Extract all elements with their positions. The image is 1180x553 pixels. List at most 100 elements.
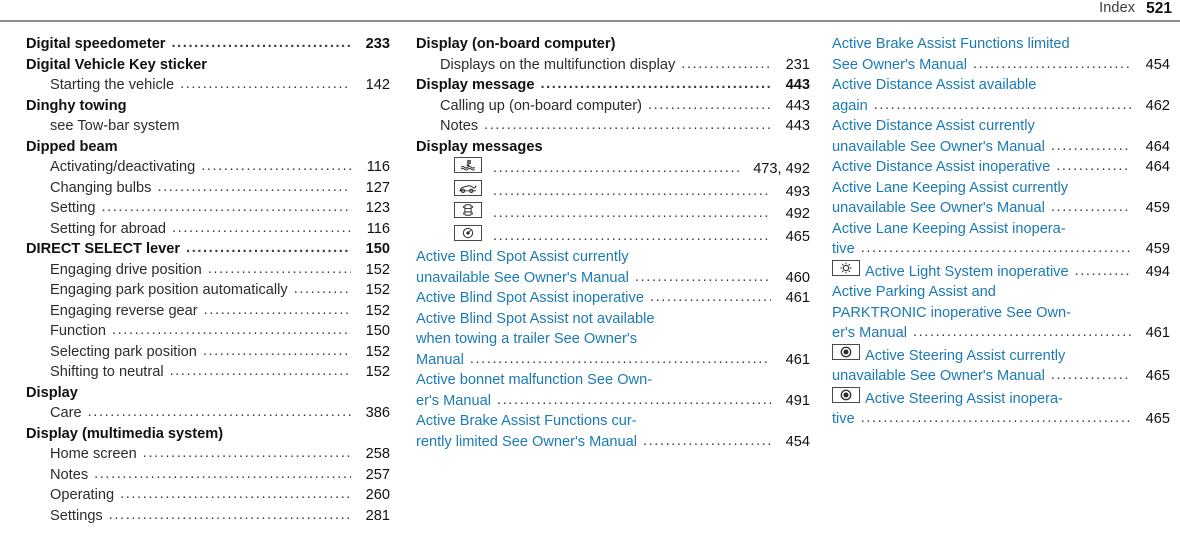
leader-dots: ........................................…	[108, 506, 351, 523]
leader-dots: ........................................…	[94, 465, 351, 482]
leader-dots: ........................................…	[540, 76, 771, 92]
steering-assist-icon	[832, 386, 860, 403]
leader-dots: ........................................…	[186, 240, 351, 256]
entry-label: Display message	[416, 77, 535, 93]
index-entry-display-message[interactable]: Active Distance Assist currently unavaila…	[832, 116, 1170, 157]
index-entry-subentry[interactable]: Activating/deactivating.................…	[26, 157, 390, 178]
index-entry-subentry[interactable]: Changing bulbs..........................…	[26, 178, 390, 199]
index-entry-line: Active Distance Assist available	[832, 75, 1170, 96]
entry-page-number: 127	[365, 179, 390, 196]
index-entry-heading[interactable]: Digital Vehicle Key sticker	[26, 55, 390, 76]
entry-label: Care	[50, 405, 82, 421]
index-entry-symbol[interactable]: ........................................…	[416, 179, 810, 203]
header-divider-rule	[0, 20, 1180, 22]
index-entry-heading[interactable]: Display (on-board computer)	[416, 34, 810, 55]
index-entry-symbol[interactable]: ........................................…	[416, 157, 810, 180]
index-entry-subentry[interactable]: Home screen.............................…	[26, 444, 390, 465]
index-entry-display-message[interactable]: Active Parking Assist and PARKTRONIC inop…	[832, 282, 1170, 344]
entry-label: unavailable See Owner's Manual	[416, 269, 629, 286]
index-entry-subentry[interactable]: Settings................................…	[26, 506, 390, 527]
entry-label: Setting	[50, 200, 96, 216]
index-entry-heading[interactable]: Display message.........................…	[416, 75, 810, 96]
index-entry-display-message[interactable]: Active Distance Assist available again...…	[832, 75, 1170, 116]
entry-page-number: 116	[366, 159, 390, 175]
entry-page-number: 462	[1145, 97, 1170, 114]
index-entry-display-message[interactable]: Active Steering Assist currently unavaila…	[832, 343, 1170, 387]
index-entry-subentry[interactable]: see Tow-bar system	[26, 116, 390, 137]
index-entry-subentry[interactable]: Engaging reverse gear...................…	[26, 301, 390, 322]
index-entry-display-message[interactable]: Active Steering Assist inopera-tive.....…	[832, 386, 1170, 430]
leader-dots: ........................................…	[171, 35, 352, 51]
index-column-3: Active Brake Assist Functions limited See…	[822, 34, 1180, 526]
index-entry-subentry[interactable]: Selecting park position.................…	[26, 342, 390, 363]
index-entry-display-message[interactable]: Active Brake Assist Functions limited See…	[832, 34, 1170, 75]
entry-label: tive	[832, 241, 855, 257]
entry-label: Dinghy towing	[26, 97, 127, 114]
leader-dots: ........................................…	[142, 445, 351, 461]
leader-dots: ........................................…	[873, 96, 1131, 113]
index-entry-line: unavailable See Owner's Manual..........…	[832, 137, 1170, 158]
entry-page-number: 492	[785, 206, 810, 222]
index-entry-heading[interactable]: DIRECT SELECT lever.....................…	[26, 239, 390, 260]
index-entry-display-message[interactable]: Active Distance Assist inoperative......…	[832, 157, 1170, 178]
entry-label: Active Light System inoperative	[865, 263, 1069, 280]
index-entry-line: Active Lane Keeping Assist inopera-	[832, 219, 1170, 240]
index-entry-subentry[interactable]: Displays on the multifunction display...…	[416, 55, 810, 76]
leader-dots: ........................................…	[860, 240, 1131, 256]
index-entry-subentry[interactable]: Shifting to neutral.....................…	[26, 362, 390, 383]
index-entry-symbol[interactable]: ........................................…	[416, 224, 810, 248]
index-entry-display-message[interactable]: Active Blind Spot Assist currently unavai…	[416, 247, 810, 288]
entry-label: Calling up (on-board computer)	[440, 97, 642, 114]
entry-page-number: 123	[365, 200, 390, 216]
index-entry-line: Active Brake Assist Functions limited	[832, 34, 1170, 55]
entry-label: Starting the vehicle	[50, 77, 175, 93]
index-entry-subentry[interactable]: Setting for abroad......................…	[26, 219, 390, 240]
index-entry-subentry[interactable]: Engaging park position automatically....…	[26, 280, 390, 301]
index-entry-display-message[interactable]: Active Blind Spot Assist not available wh…	[416, 309, 810, 371]
index-entry-subentry[interactable]: Notes...................................…	[416, 116, 810, 137]
coolant-temperature-icon	[454, 157, 482, 173]
index-entry-heading[interactable]: Display messages	[416, 137, 810, 158]
index-entry-subentry[interactable]: Engaging drive position.................…	[26, 260, 390, 281]
leader-dots: ........................................…	[207, 260, 351, 277]
leader-dots: ........................................…	[157, 178, 351, 195]
index-entry-subentry[interactable]: Setting.................................…	[26, 198, 390, 219]
index-entry-subentry[interactable]: Calling up (on-board computer)..........…	[416, 96, 810, 117]
index-entry-display-message[interactable]: Active Lane Keeping Assist inopera-tive.…	[832, 219, 1170, 260]
index-entry-heading[interactable]: Display (multimedia system)	[26, 424, 390, 445]
index-column-1: Digital speedometer.....................…	[0, 34, 402, 526]
index-entry-display-message[interactable]: Active Brake Assist Functions cur-rently…	[416, 411, 810, 452]
leader-dots: ........................................…	[203, 301, 351, 318]
index-entry-line: Active Distance Assist inoperative......…	[832, 157, 1170, 178]
entry-label: er's Manual	[416, 392, 491, 409]
index-entry-heading[interactable]: Dipped beam	[26, 137, 390, 158]
index-entry-subentry[interactable]: Care....................................…	[26, 403, 390, 424]
entry-label: Active Blind Spot Assist not available	[416, 310, 655, 327]
index-entry-subentry[interactable]: Function................................…	[26, 321, 390, 342]
index-entry-subentry[interactable]: Operating...............................…	[26, 485, 390, 506]
index-entry-display-message[interactable]: Active Lane Keeping Assist currently unav…	[832, 178, 1170, 219]
index-entry-line: See Owner's Manual......................…	[832, 55, 1170, 76]
entry-page-number: 461	[785, 290, 810, 306]
index-entry-subentry[interactable]: Notes...................................…	[26, 465, 390, 486]
index-entry-subentry[interactable]: Starting the vehicle....................…	[26, 75, 390, 96]
entry-label: Operating	[50, 487, 115, 503]
entry-label: er's Manual	[832, 325, 907, 341]
index-entry-display-message[interactable]: Active Blind Spot Assist inoperative....…	[416, 288, 810, 309]
leader-dots: ........................................…	[647, 96, 771, 113]
entry-label: Digital Vehicle Key sticker	[26, 56, 207, 73]
leader-dots: ........................................…	[1050, 199, 1131, 215]
entry-label: Active Distance Assist available	[832, 77, 1037, 93]
index-entry-display-message[interactable]: Active Light System inoperative.........…	[832, 259, 1170, 283]
entry-label: Active Brake Assist Functions cur-	[416, 413, 637, 429]
entry-page-number: 465	[1145, 411, 1170, 427]
steering-assist-icon	[832, 343, 860, 360]
entry-label: Engaging reverse gear	[50, 302, 198, 319]
leader-dots: ........................................…	[681, 55, 771, 72]
index-entry-symbol[interactable]: ........................................…	[416, 202, 810, 225]
index-entry-heading[interactable]: Digital speedometer.....................…	[26, 34, 390, 55]
index-entry-heading[interactable]: Display	[26, 383, 390, 404]
index-entry-display-message[interactable]: Active bonnet malfunction See Own-er's M…	[416, 370, 810, 411]
index-entry-heading[interactable]: Dinghy towing	[26, 96, 390, 117]
entry-label: DIRECT SELECT lever	[26, 241, 181, 257]
